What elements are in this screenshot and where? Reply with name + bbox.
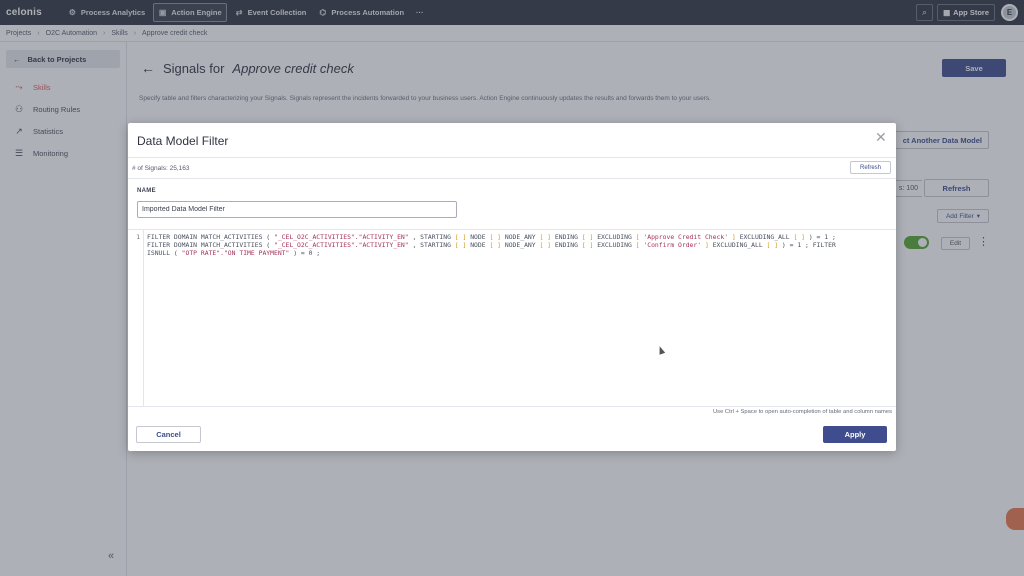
pql-code-editor[interactable]: 1 FILTER DOMAIN MATCH_ACTIVITIES ( "_CEL… [128,229,896,407]
close-icon[interactable]: ✕ [875,129,887,146]
signals-count: # of Signals: 25,163 [132,164,190,172]
name-label: NAME [137,188,156,194]
filter-name-input[interactable] [137,201,457,218]
pql-code[interactable]: FILTER DOMAIN MATCH_ACTIVITIES ( "_CEL_O… [147,233,892,258]
dialog-title: Data Model Filter [137,134,229,148]
data-model-filter-dialog: Data Model Filter ✕ # of Signals: 25,163… [128,123,896,451]
refresh-signals-button[interactable]: Refresh [850,161,891,174]
signals-bar: # of Signals: 25,163 [128,157,896,179]
line-number: 1 [128,230,144,406]
cancel-button[interactable]: Cancel [136,426,201,443]
autocomplete-hint: Use Ctrl + Space to open auto-completion… [712,409,892,415]
apply-button[interactable]: Apply [823,426,887,443]
